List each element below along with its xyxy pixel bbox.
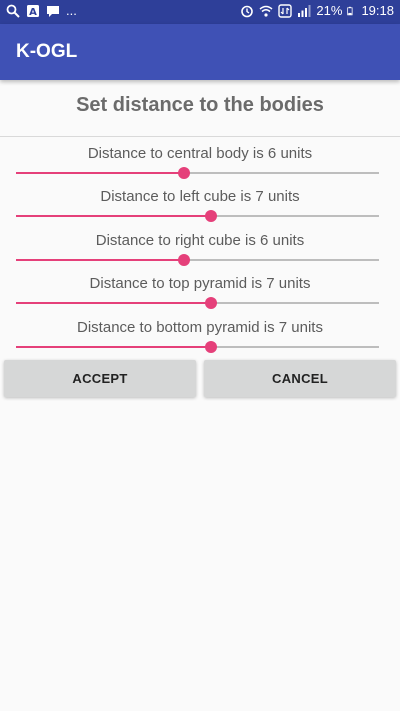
slider-central-body[interactable] [16,167,379,179]
slider-fill [16,259,184,261]
slider-fill [16,302,212,304]
svg-text:A: A [29,7,37,18]
slider-fill [16,172,184,174]
accept-button[interactable]: ACCEPT [4,360,196,397]
slider-fill [16,346,212,348]
slider-row-left-cube: Distance to left cube is 7 units [0,188,400,232]
slider-right-cube[interactable] [16,254,379,266]
slider-row-top-pyramid: Distance to top pyramid is 7 units [0,275,400,319]
slider-thumb[interactable] [205,210,218,222]
data-icon [278,3,293,18]
slider-label-top-pyramid: Distance to top pyramid is 7 units [89,275,311,292]
slider-thumb[interactable] [177,167,190,179]
status-bar: A ... 21% 19:18 [0,0,400,24]
slider-left-cube[interactable] [16,210,379,222]
status-overflow: ... [66,3,77,18]
slider-thumb[interactable] [205,297,218,309]
signal-icon [298,4,311,17]
cancel-button[interactable]: CANCEL [204,360,396,397]
status-right-icons: 21% 19:18 [240,3,394,18]
slider-fill [16,215,212,217]
title-divider [0,136,400,137]
battery-percent: 21% [316,3,343,18]
slider-label-bottom-pyramid: Distance to bottom pyramid is 7 units [77,319,323,336]
app-title: K-OGL [16,41,78,62]
message-icon [47,5,59,17]
status-left-icons: A ... [6,3,77,18]
font-icon: A [27,4,39,18]
battery-icon [347,6,353,15]
slider-thumb[interactable] [205,341,218,353]
search-icon [6,4,20,18]
slider-label-central-body: Distance to central body is 6 units [87,145,313,162]
slider-top-pyramid[interactable] [16,297,379,309]
slider-row-right-cube: Distance to right cube is 6 units [0,232,400,276]
slider-label-left-cube: Distance to left cube is 7 units [100,188,300,205]
slider-row-central-body: Distance to central body is 6 units [0,145,400,189]
slider-bottom-pyramid[interactable] [16,341,379,353]
dialog-title: Set distance to the bodies [76,94,324,116]
alarm-icon [241,5,254,17]
slider-row-bottom-pyramid: Distance to bottom pyramid is 7 units [0,319,400,363]
slider-thumb[interactable] [177,254,190,266]
status-time: 19:18 [361,3,394,18]
wifi-icon [259,5,273,17]
slider-label-right-cube: Distance to right cube is 6 units [95,232,305,249]
app-bar: K-OGL [0,24,400,80]
